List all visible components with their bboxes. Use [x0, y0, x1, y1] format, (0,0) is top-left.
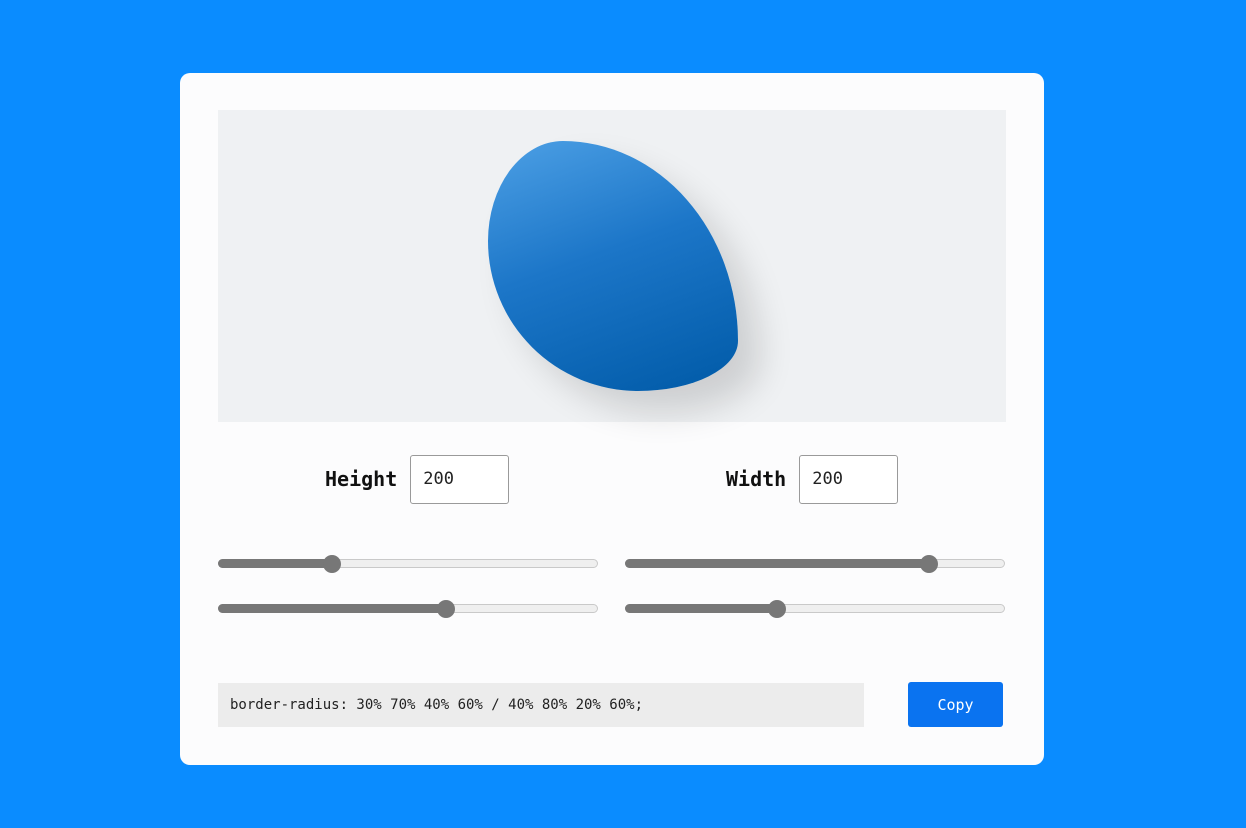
radius-slider-bottom-right[interactable] — [625, 598, 1005, 620]
radius-slider-top-left[interactable] — [218, 553, 598, 575]
slider-thumb[interactable] — [920, 555, 938, 573]
slider-fill — [218, 559, 332, 568]
css-output: border-radius: 30% 70% 40% 60% / 40% 80%… — [218, 683, 864, 727]
blob-shape — [488, 141, 738, 391]
slider-fill — [625, 604, 777, 613]
width-control: Width — [726, 454, 899, 504]
height-label: Height — [325, 467, 398, 491]
height-input[interactable] — [410, 454, 510, 504]
preview-area — [218, 110, 1006, 422]
copy-button[interactable]: Copy — [908, 682, 1003, 727]
width-input[interactable] — [799, 454, 899, 504]
slider-fill — [625, 559, 929, 568]
slider-thumb[interactable] — [437, 600, 455, 618]
generator-card: Height Width border-radius: 30% 70% 40% … — [180, 73, 1044, 765]
radius-slider-top-right[interactable] — [625, 553, 1005, 575]
slider-thumb[interactable] — [323, 555, 341, 573]
radius-slider-bottom-left[interactable] — [218, 598, 598, 620]
height-control: Height — [325, 454, 510, 504]
slider-thumb[interactable] — [768, 600, 786, 618]
slider-fill — [218, 604, 446, 613]
width-label: Width — [726, 467, 787, 491]
